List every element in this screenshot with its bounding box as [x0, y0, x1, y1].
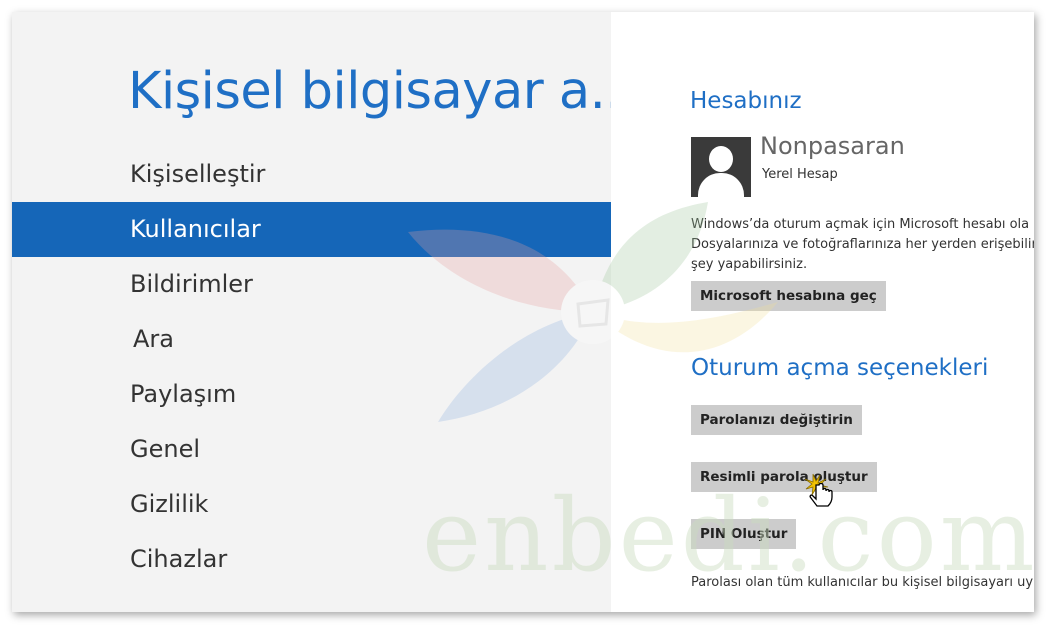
- watermark-text: enbedi.com: [422, 477, 1034, 594]
- account-description: Windows’da oturum açmak için Microsoft h…: [691, 217, 1034, 272]
- nav-item-users[interactable]: Kullanıcılar: [12, 202, 611, 257]
- user-name: Nonpasaran: [760, 132, 905, 160]
- change-password-button[interactable]: Parolanızı değiştirin: [691, 405, 862, 435]
- settings-window: Kişisel bilgisayar a... Kişiselleştir Ku…: [12, 12, 1034, 612]
- nav-item-share[interactable]: Paylaşım: [12, 367, 611, 422]
- switch-to-microsoft-account-button[interactable]: Microsoft hesabına geç: [691, 281, 886, 311]
- page-title: Kişisel bilgisayar a...: [128, 62, 637, 121]
- nav-item-general[interactable]: Genel: [12, 422, 611, 477]
- account-type: Yerel Hesap: [762, 167, 838, 182]
- avatar: [691, 137, 751, 197]
- nav-item-notifications[interactable]: Bildirimler: [12, 257, 611, 312]
- nav-item-personalize[interactable]: Kişiselleştir: [12, 147, 611, 202]
- user-silhouette-icon: [709, 146, 733, 172]
- nav-item-search[interactable]: Ara: [12, 312, 611, 367]
- signin-options-title: Oturum açma seçenekleri: [691, 355, 989, 381]
- account-section-title: Hesabınız: [690, 88, 802, 114]
